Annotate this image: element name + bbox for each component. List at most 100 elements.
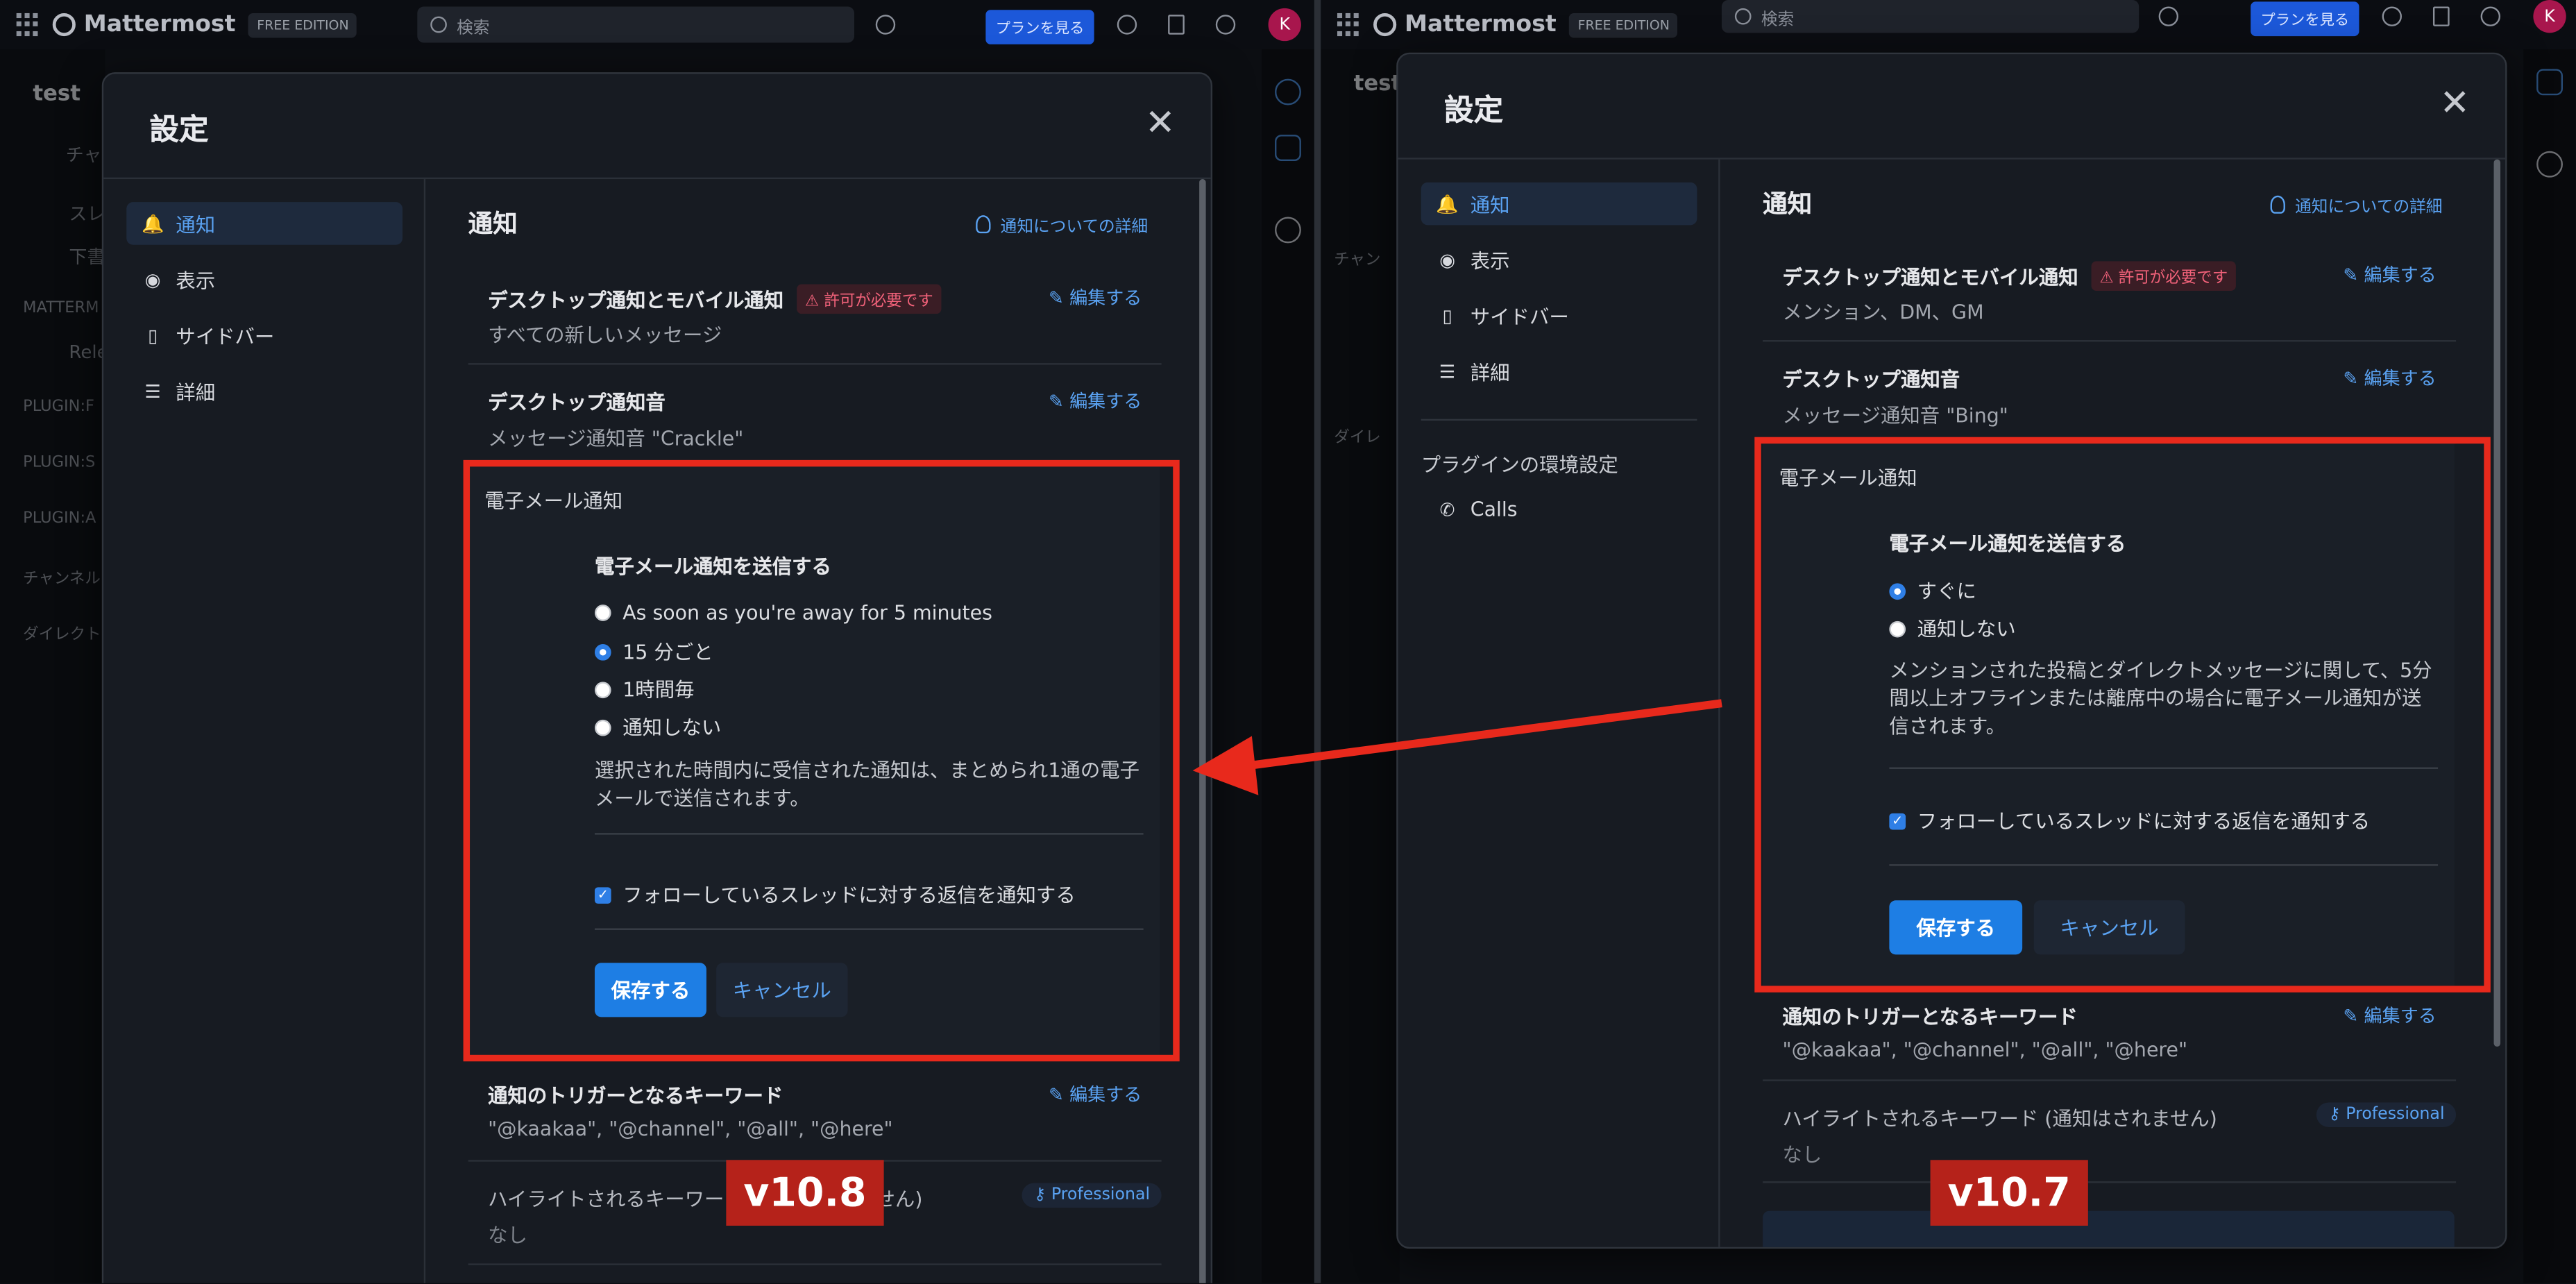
settings-gear-icon[interactable] (2480, 6, 2501, 26)
divider (1314, 0, 1321, 1283)
info-banner (1763, 1210, 2455, 1247)
avatar[interactable]: K (1268, 8, 1301, 42)
sliders-icon: ☰ (1439, 360, 1456, 382)
brand-name: Mattermost (83, 11, 236, 38)
eye-icon: ◉ (1439, 248, 1455, 271)
nav-item-notifications[interactable]: 🔔 通知 (1421, 182, 1697, 226)
keywords-row: 通知のトリガーとなるキーワード "@kaakaa", "@channel", "… (468, 1058, 1162, 1162)
nav-label: 詳細 (1470, 360, 1510, 384)
edit-label: 編集する (2364, 368, 2437, 390)
row-title: 通知のトリガーとなるキーワード (1782, 1005, 2078, 1029)
lightbulb-icon (976, 215, 991, 234)
nav-label: 通知 (176, 212, 216, 236)
settings-gear-icon[interactable] (1215, 15, 1236, 35)
bell-icon: 🔔 (141, 212, 164, 235)
desktop-sound-row: デスクトップ通知音 メッセージ通知音 "Crackle" ✎ 編集する (468, 365, 1162, 467)
avatar[interactable]: K (2533, 0, 2566, 33)
edit-label: 編集する (1069, 391, 1142, 413)
nav-item-sidebar[interactable]: ▯ サイドバー (1421, 294, 1697, 337)
row-value: なし (488, 1224, 527, 1247)
nav-divider (1421, 419, 1697, 421)
lightbulb-icon (2270, 195, 2285, 214)
highlight-box (463, 459, 1180, 1062)
help-icon[interactable] (2158, 6, 2179, 26)
modal-title: 設定 (1443, 93, 1504, 128)
edition-badge: FREE EDITION (248, 12, 357, 37)
scrollbar[interactable] (2493, 159, 2501, 1047)
saved-icon[interactable] (2432, 6, 2450, 26)
sidebar-icon: ▯ (1442, 305, 1452, 326)
edit-label: 編集する (1069, 287, 1142, 310)
saved-icon[interactable] (1168, 15, 1185, 35)
settings-nav: 🔔 通知 ◉ 表示 ▯ サイドバー ☰ 詳細 プラグインの環境設定 ✆ Calls (1398, 159, 1720, 1247)
nav-label: 表示 (176, 269, 216, 292)
search-input[interactable]: 検索 (1721, 0, 2139, 33)
desktop-notifications-row: デスクトップ通知とモバイル通知 ⚠ 許可が必要です メンション、DM、GM ✎ 編… (1763, 238, 2457, 342)
view-plans-button[interactable]: プランを見る (985, 10, 1094, 44)
sidebar-icon: ▯ (147, 324, 158, 346)
nav-item-display[interactable]: ◉ 表示 (1421, 238, 1697, 281)
nav-item-sidebar[interactable]: ▯ サイドバー (126, 314, 402, 357)
edit-button[interactable]: ✎ 編集する (1049, 285, 1142, 311)
row-value: "@kaakaa", "@channel", "@all", "@here" (488, 1117, 893, 1140)
nav-item-advanced[interactable]: ☰ 詳細 (126, 370, 402, 413)
mention-icon[interactable] (1117, 15, 1137, 35)
search-placeholder: 検索 (1761, 10, 1795, 29)
app-window-v108: Mattermost FREE EDITION 検索 プランを見る K test… (0, 0, 1314, 1283)
version-tag: v10.7 (1930, 1160, 2088, 1226)
row-title: デスクトップ通知音 (488, 391, 666, 414)
mattermost-logo: Mattermost (52, 11, 236, 38)
professional-label: Professional (2346, 1106, 2445, 1124)
edit-label: 編集する (2364, 264, 2437, 286)
nav-label: サイドバー (176, 324, 275, 348)
edit-button[interactable]: ✎ 編集する (2343, 261, 2436, 287)
close-icon[interactable]: ✕ (1145, 106, 1176, 143)
nav-item-display[interactable]: ◉ 表示 (126, 258, 402, 301)
product-menu-icon[interactable] (1337, 12, 1360, 36)
close-icon[interactable]: ✕ (2439, 86, 2470, 123)
learn-more-label: 通知についての詳細 (1000, 218, 1149, 237)
edit-button[interactable]: ✎ 編集する (2343, 1002, 2436, 1029)
top-bar: Mattermost FREE EDITION 検索 プランを見る K (1321, 0, 2576, 50)
top-bar: Mattermost FREE EDITION 検索 プランを見る K (0, 0, 1314, 50)
modal-title: 設定 (149, 113, 209, 149)
product-menu-icon[interactable] (16, 12, 40, 36)
nav-label: サイドバー (1470, 305, 1569, 328)
section-title: 通知 (1763, 189, 1813, 219)
nav-item-notifications[interactable]: 🔔 通知 (126, 202, 402, 245)
scrollbar[interactable] (1199, 179, 1206, 1283)
highlight-keywords-row: ハイライトされるキーワード (通知はされません) なし ⚷ Profession… (1763, 1081, 2457, 1183)
row-title: デスクトップ通知とモバイル通知 ⚠ 許可が必要です (488, 284, 942, 314)
modal-header: 設定 ✕ (1398, 54, 2506, 160)
learn-more-label: 通知についての詳細 (2295, 198, 2443, 217)
nav-item-calls[interactable]: ✆ Calls (1421, 488, 1697, 531)
desktop-title: デスクトップ通知とモバイル通知 (1782, 265, 2078, 289)
help-icon[interactable] (875, 15, 896, 35)
row-value: メッセージ通知音 "Crackle" (488, 427, 744, 450)
sliders-icon: ☰ (144, 380, 161, 402)
learn-more-link[interactable]: 通知についての詳細 (976, 212, 1148, 237)
search-icon (1734, 8, 1752, 25)
learn-more-link[interactable]: 通知についての詳細 (2270, 192, 2443, 217)
view-plans-button[interactable]: プランを見る (2251, 1, 2359, 37)
eye-icon: ◉ (144, 269, 161, 290)
edit-button[interactable]: ✎ 編集する (1049, 1081, 1142, 1108)
desktop-sound-row: デスクトップ通知音 メッセージ通知音 "Bing" ✎ 編集する (1763, 341, 2457, 444)
edit-label: 編集する (1069, 1084, 1142, 1106)
row-title: 通知のトリガーとなるキーワード (488, 1084, 783, 1108)
permission-text: 許可が必要です (824, 292, 933, 311)
search-placeholder: 検索 (457, 19, 490, 37)
keywords-row: 通知のトリガーとなるキーワード "@kaakaa", "@channel", "… (1763, 986, 2457, 1081)
professional-label: Professional (1051, 1186, 1151, 1205)
search-input[interactable]: 検索 (417, 6, 854, 43)
row-title: デスクトップ通知音 (1782, 368, 1960, 391)
nav-label: Calls (1470, 498, 1518, 521)
mention-icon[interactable] (2382, 6, 2402, 26)
edit-button[interactable]: ✎ 編集する (1049, 388, 1142, 414)
nav-item-advanced[interactable]: ☰ 詳細 (1421, 350, 1697, 393)
section-title: 通知 (468, 208, 518, 239)
edit-button[interactable]: ✎ 編集する (2343, 365, 2436, 391)
version-tag: v10.8 (726, 1160, 884, 1226)
professional-badge: ⚷ Professional (2316, 1102, 2457, 1127)
professional-badge: ⚷ Professional (1022, 1183, 1162, 1208)
